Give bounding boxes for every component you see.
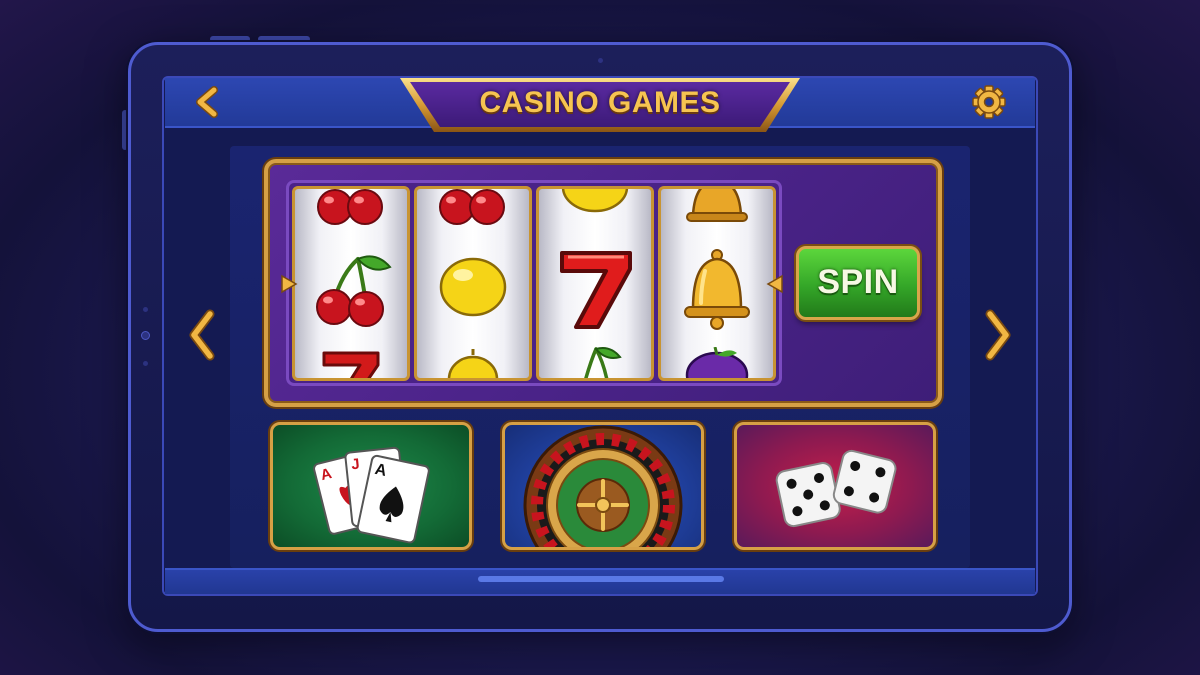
playing-cards-icon: A J A [313,446,430,544]
chevron-left-icon [189,309,215,361]
camera-lens [141,331,150,340]
carousel-prev-button[interactable] [186,308,216,362]
lemon-icon [447,349,499,378]
slot-reel [536,186,654,381]
lemon-icon [439,257,507,317]
dice-icon [775,449,897,528]
home-indicator[interactable] [478,576,724,582]
game-tile-cards[interactable]: A J A [270,422,472,550]
game-tile-roulette[interactable] [502,422,704,550]
page-title: CASINO GAMES [479,86,721,119]
game-tile-dice[interactable] [734,422,936,550]
spin-button[interactable]: SPIN [796,246,920,320]
cherry-icon [584,347,622,378]
seven-icon [560,251,632,329]
roulette-wheel-icon [523,425,683,547]
seven-icon [322,351,380,378]
carousel-next-button[interactable] [984,308,1014,362]
payline-marker-icon [281,274,298,294]
slot-reel [292,186,410,381]
slot-reel [658,186,776,381]
gear-icon [972,85,1006,119]
payline-marker-icon [766,274,783,294]
slot-reel [414,186,532,381]
back-button[interactable] [190,84,226,120]
cherry-icon [317,189,383,225]
plum-icon [685,347,749,378]
chevron-left-icon [196,86,218,118]
front-camera [598,58,603,63]
sensor-dot [143,361,148,366]
cherry-icon [316,255,392,327]
bell-icon [686,189,748,222]
settings-button[interactable] [970,83,1008,121]
sensor-dot [143,307,148,312]
card-rank: J [350,456,360,474]
bell-icon [684,249,750,330]
cherry-icon [439,189,505,225]
lemon-icon [561,189,629,213]
chevron-right-icon [985,309,1011,361]
